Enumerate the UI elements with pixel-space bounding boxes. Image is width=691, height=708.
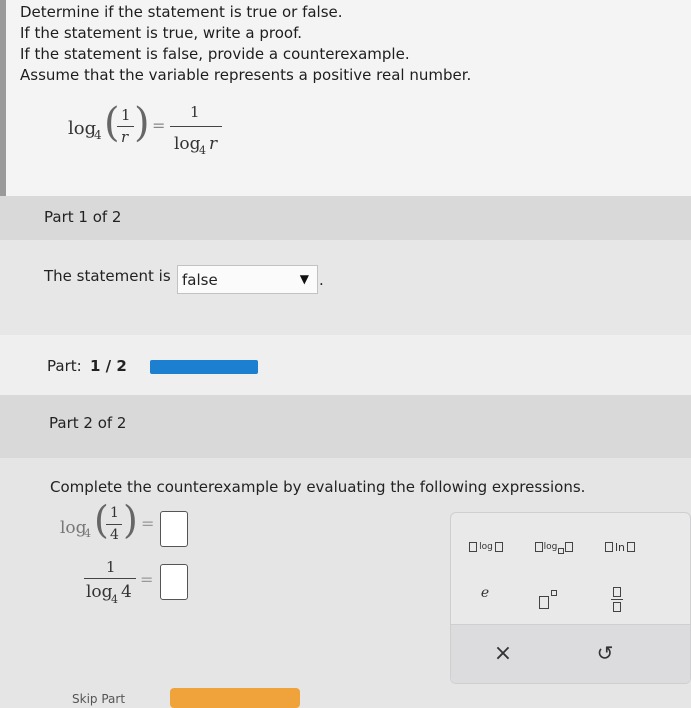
log-button[interactable]: log [463,537,509,557]
expr1-right-paren: ) [123,498,138,542]
ln-button-label: ln [614,540,626,554]
eq-num2: 1 [190,103,200,121]
logb-arg-placeholder-icon [565,542,574,552]
denominator-placeholder-icon [613,601,621,612]
part1-body: The statement is . [0,240,691,335]
expr2-equals: = [140,570,154,589]
eq-den2-base: 4 [199,144,206,157]
part2-header: Part 2 of 2 [0,395,691,458]
base-placeholder-icon [539,595,549,609]
part1-prompt: The statement is [44,267,171,285]
progress-bar [150,360,258,374]
expr1-base: 4 [84,527,91,540]
progress-label: Part: [47,357,82,375]
undo-icon[interactable]: ↺ [593,641,617,665]
eq-log: log [68,118,97,139]
part1-period: . [319,271,324,289]
ln-button[interactable]: ln [597,537,643,557]
part1-title: Part 1 of 2 [44,208,122,226]
expr1-frac-bar [106,524,122,525]
part2-instruction: Complete the counterexample by evaluatin… [50,478,586,496]
log-arg-placeholder-icon [469,542,478,552]
expr2-den-base: 4 [111,593,118,606]
problem-line-4: Assume that the variable represents a po… [20,66,472,84]
exponent-button[interactable] [531,585,565,611]
fraction-button[interactable] [605,583,629,615]
eq-num1: 1 [121,106,131,124]
dropdown-value: false [182,271,218,289]
problem-line-1: Determine if the statement is true or fa… [20,3,343,21]
expr2-den-log: log [86,582,113,602]
progress-value: 1 / 2 [90,357,127,375]
eq-frac-bar-2 [170,126,222,127]
skip-part-link[interactable]: Skip Part [72,692,125,706]
exponent-placeholder-icon [551,590,557,596]
log-base-button-label: log [543,542,558,552]
progress-section: Part: 1 / 2 [0,335,691,395]
eq-equals: = [152,116,166,135]
expr1-log: log [60,518,87,538]
eq-den2-var: r [209,134,218,154]
part2-title: Part 2 of 2 [49,414,127,432]
check-button[interactable] [170,688,300,708]
logb-arg-placeholder-icon [534,542,543,552]
expr2-frac-bar [84,578,136,579]
eq-log-base: 4 [94,128,102,142]
expr1-answer-input[interactable] [160,511,188,547]
dropdown-arrow-icon: ▼ [299,272,309,286]
expr2-den-arg: 4 [121,582,132,602]
expr1-equals: = [141,514,155,533]
expr2-answer-input[interactable] [160,564,188,600]
math-palette: log log ln e × ↺ [450,512,691,684]
palette-bottom-row: × ↺ [451,624,690,683]
expr1-left-paren: ( [94,498,109,542]
log-arg-placeholder-icon [494,542,503,552]
left-paren: ( [104,100,120,146]
part1-header: Part 1 of 2 [0,196,691,240]
eq-den2-log: log [174,134,201,154]
problem-line-2: If the statement is true, write a proof. [20,24,303,42]
clear-icon[interactable]: × [491,641,515,666]
expr1-num: 1 [110,505,119,521]
log-base-button[interactable]: log [529,537,579,557]
logb-base-placeholder-icon [558,548,565,554]
fraction-bar-icon [611,598,623,600]
log-button-label: log [479,542,493,552]
problem-statement: Determine if the statement is true or fa… [0,0,691,196]
numerator-placeholder-icon [613,586,621,597]
e-button[interactable]: e [473,583,497,603]
eq-den1: r [121,128,129,146]
eq-frac-bar-1 [117,126,134,127]
ln-placeholder-icon [604,542,613,552]
ln-placeholder-icon [627,542,636,552]
expr2-num: 1 [106,558,116,576]
expr1-den: 4 [110,527,119,543]
right-paren: ) [134,100,150,146]
problem-line-3: If the statement is false, provide a cou… [20,45,410,63]
statement-dropdown[interactable]: false ▼ [177,265,318,294]
